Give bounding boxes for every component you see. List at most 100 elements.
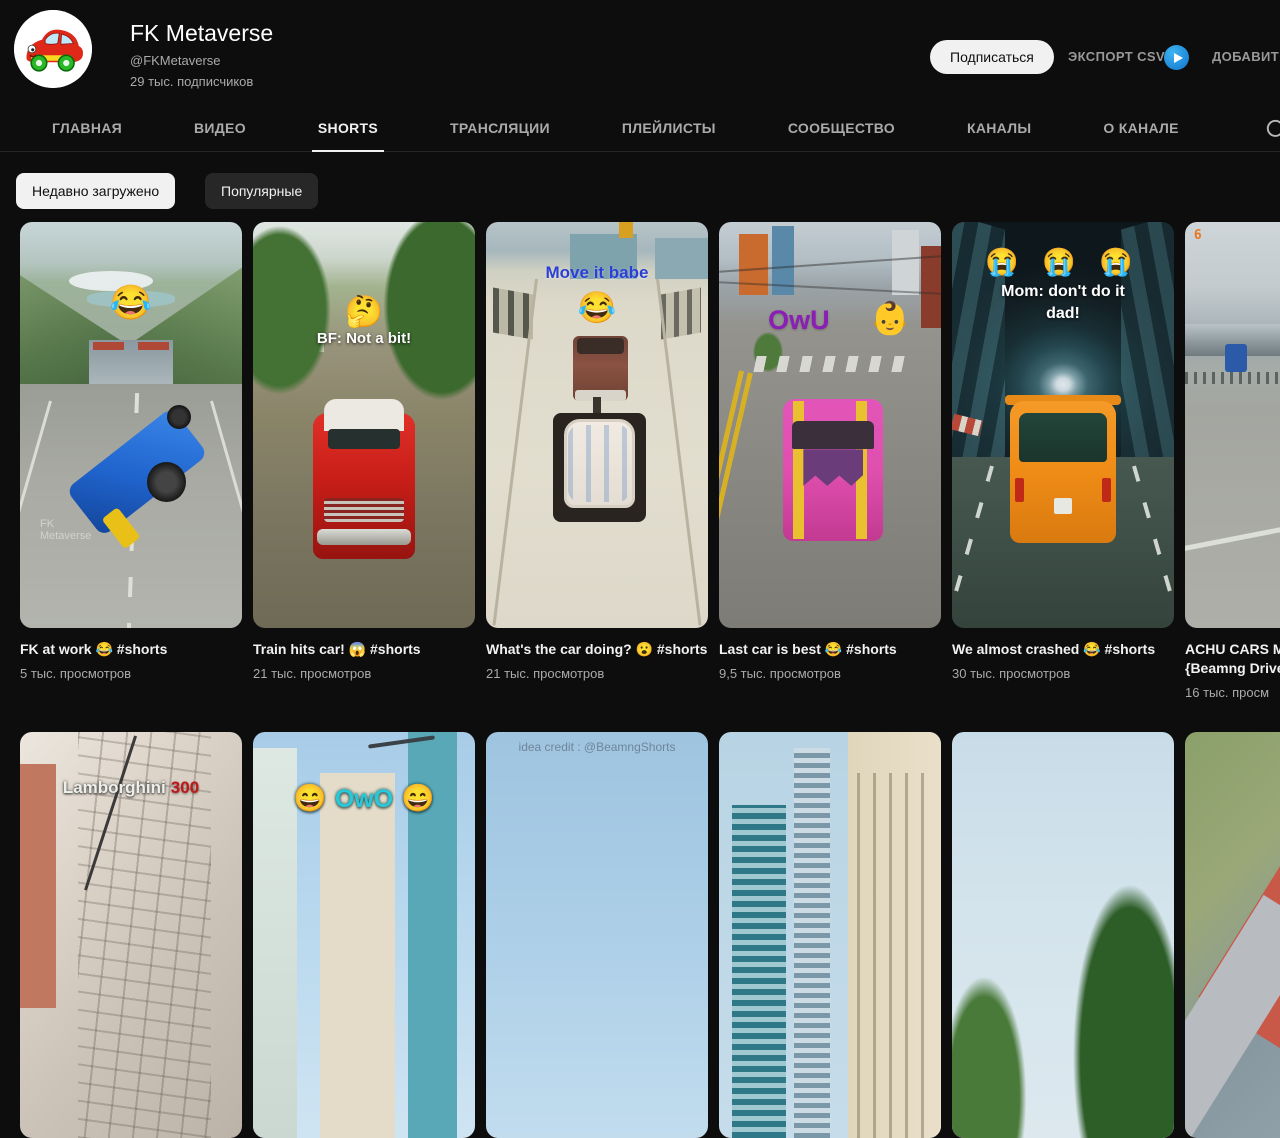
ramp-bar-shape	[93, 341, 125, 350]
export-csv-button[interactable]: ЭКСПОРТ CSV	[1068, 49, 1165, 64]
thumbnail-emoji: 😄	[293, 783, 327, 813]
crosswalk-shape	[752, 355, 908, 373]
thumbnail-caption: Lamborghini 300	[20, 778, 242, 798]
video-card: 6 49.2 ACHU CARS M {Beamng Drive 16 тыс.…	[1185, 222, 1280, 700]
thumbnail-emoji: 😄	[401, 783, 435, 813]
video-thumbnail[interactable]: Move it babe 😂	[486, 222, 708, 628]
wheel-shape	[166, 404, 191, 430]
video-views: 5 тыс. просмотров	[20, 666, 132, 681]
video-card: 😂 FK Metaverse FK at work 😂 #shorts 5 ты…	[20, 222, 242, 700]
video-views: 21 тыс. просмотров	[253, 666, 372, 681]
video-card	[952, 732, 1174, 1138]
video-card: OwU 👶 Last car is best 😂 #shorts 9,5 тыс…	[719, 222, 941, 700]
car-bumper-shape	[317, 528, 411, 545]
video-card	[1185, 732, 1280, 1138]
video-thumbnail[interactable]: 6 49.2	[1185, 222, 1280, 628]
road-line-shape	[1185, 494, 1280, 555]
subscribe-button[interactable]: Подписаться	[930, 40, 1054, 74]
video-card: 😭 😭 😭 Mom: don't do it dad! We almost cr…	[952, 222, 1174, 700]
video-thumbnail[interactable]: OwU 👶	[719, 222, 941, 628]
fence-shape	[1185, 372, 1280, 385]
ramp-bar-shape	[137, 341, 169, 350]
subscriber-count: 29 тыс. подписчиков	[130, 74, 254, 89]
car-grille-shape	[324, 498, 404, 523]
hud-readout: 6 49.2	[1194, 228, 1280, 243]
video-card: 🤔 BF: Not a bit! Train hits car! 😱 #shor…	[253, 222, 475, 700]
chip-recently-uploaded[interactable]: Недавно загружено	[16, 173, 176, 209]
hud-left-value: 6	[1193, 228, 1202, 244]
video-views: 16 тыс. просм	[1185, 685, 1270, 700]
truck-cab-shape	[577, 337, 624, 354]
tree-shape	[1063, 853, 1174, 1138]
building-shape	[738, 234, 768, 296]
tab-community[interactable]: СООБЩЕСТВО	[788, 113, 895, 152]
thumbnail-emoji: 😂	[577, 289, 617, 325]
car-window-shape	[792, 420, 875, 450]
video-thumbnail[interactable]	[719, 732, 941, 1138]
building-shape	[892, 230, 919, 296]
building-shape	[1185, 895, 1280, 1138]
yellow-line-shape	[719, 370, 753, 628]
search-icon[interactable]	[1264, 117, 1280, 148]
video-title[interactable]: ACHU CARS M {Beamng Drive	[1185, 640, 1280, 678]
tab-home[interactable]: ГЛАВНАЯ	[52, 113, 122, 152]
chip-popular[interactable]: Популярные	[205, 173, 319, 209]
channel-tabs: ГЛАВНАЯ ВИДЕО SHORTS ТРАНСЛЯЦИИ ПЛЕЙЛИСТ…	[0, 113, 1280, 152]
video-views: 9,5 тыс. просмотров	[719, 666, 841, 681]
lamborghini-text: Lamborghini	[62, 778, 166, 797]
video-thumbnail[interactable]: 😭 😭 😭 Mom: don't do it dad!	[952, 222, 1174, 628]
video-card: 😄 OwO 😄	[253, 732, 475, 1138]
channel-handle: @FKMetaverse	[130, 53, 221, 68]
shorts-grid-row1: 😂 FK Metaverse FK at work 😂 #shorts 5 ты…	[20, 222, 1280, 700]
channel-name: FK Metaverse	[130, 20, 274, 46]
video-title[interactable]: Train hits car! 😱 #shorts	[253, 640, 475, 659]
building-shape	[794, 748, 830, 1138]
tab-about[interactable]: О КАНАЛЕ	[1103, 113, 1178, 152]
lamborghini-number: 300	[170, 778, 200, 797]
channel-avatar[interactable]	[14, 10, 92, 88]
video-title[interactable]: What's the car doing? 😮 #shorts	[486, 640, 708, 659]
play-arrow-icon	[1173, 52, 1183, 63]
video-thumbnail[interactable]	[952, 732, 1174, 1138]
crane-shape	[619, 222, 633, 239]
video-title[interactable]: We almost crashed 😂 #shorts	[952, 640, 1174, 659]
building-shape	[20, 764, 56, 1009]
video-title[interactable]: Last car is best 😂 #shorts	[719, 640, 941, 659]
video-card: idea credit : @BeamngShorts	[486, 732, 708, 1138]
video-thumbnail[interactable]: 🤔 BF: Not a bit!	[253, 222, 475, 628]
thumbnail-emoji: 🤔	[344, 294, 384, 330]
thumbnail-caption: Move it babe	[545, 262, 649, 282]
tab-playlists[interactable]: ПЛЕЙЛИСТЫ	[622, 113, 716, 152]
watermark: FK Metaverse	[39, 518, 92, 543]
tab-videos[interactable]: ВИДЕО	[194, 113, 246, 152]
video-card: Move it babe 😂 What's the car doing? 😮 #…	[486, 222, 708, 700]
car-roof-shape	[324, 398, 404, 432]
add-button[interactable]: ДОБАВИТЬ	[1212, 49, 1280, 64]
license-plate-shape	[1054, 498, 1072, 515]
video-thumbnail[interactable]: 😄 OwO 😄	[253, 732, 475, 1138]
video-thumbnail[interactable]	[1185, 732, 1280, 1138]
thumbnail-caption: Mom: don't do it dad!	[1001, 282, 1125, 322]
owo-text: OwO	[334, 785, 394, 813]
video-card	[719, 732, 941, 1138]
thumbnail-emoji: 😂	[109, 283, 153, 322]
building-shape	[732, 805, 786, 1138]
tab-live[interactable]: ТРАНСЛЯЦИИ	[450, 113, 550, 152]
tab-channels[interactable]: КАНАЛЫ	[967, 113, 1031, 152]
video-views: 21 тыс. просмотров	[486, 666, 605, 681]
video-views: 30 тыс. просмотров	[952, 666, 1071, 681]
tree-shape	[952, 955, 1035, 1138]
thumbnail-caption: 😄 OwO 😄	[253, 782, 475, 814]
video-title[interactable]: FK at work 😂 #shorts	[20, 640, 242, 659]
video-thumbnail[interactable]: idea credit : @BeamngShorts	[486, 732, 708, 1138]
video-thumbnail[interactable]: 😂 FK Metaverse	[20, 222, 242, 628]
credit-text: idea credit : @BeamngShorts	[518, 740, 676, 754]
video-thumbnail[interactable]: Lamborghini 300	[20, 732, 242, 1138]
window-grid-shape	[856, 772, 937, 1138]
video-card: Lamborghini 300	[20, 732, 242, 1138]
taillight-shape	[1101, 477, 1111, 503]
tab-shorts[interactable]: SHORTS	[311, 113, 385, 152]
car-window-shape	[328, 429, 400, 450]
car-window-shape	[1018, 412, 1108, 462]
extension-icon[interactable]	[1164, 45, 1189, 70]
